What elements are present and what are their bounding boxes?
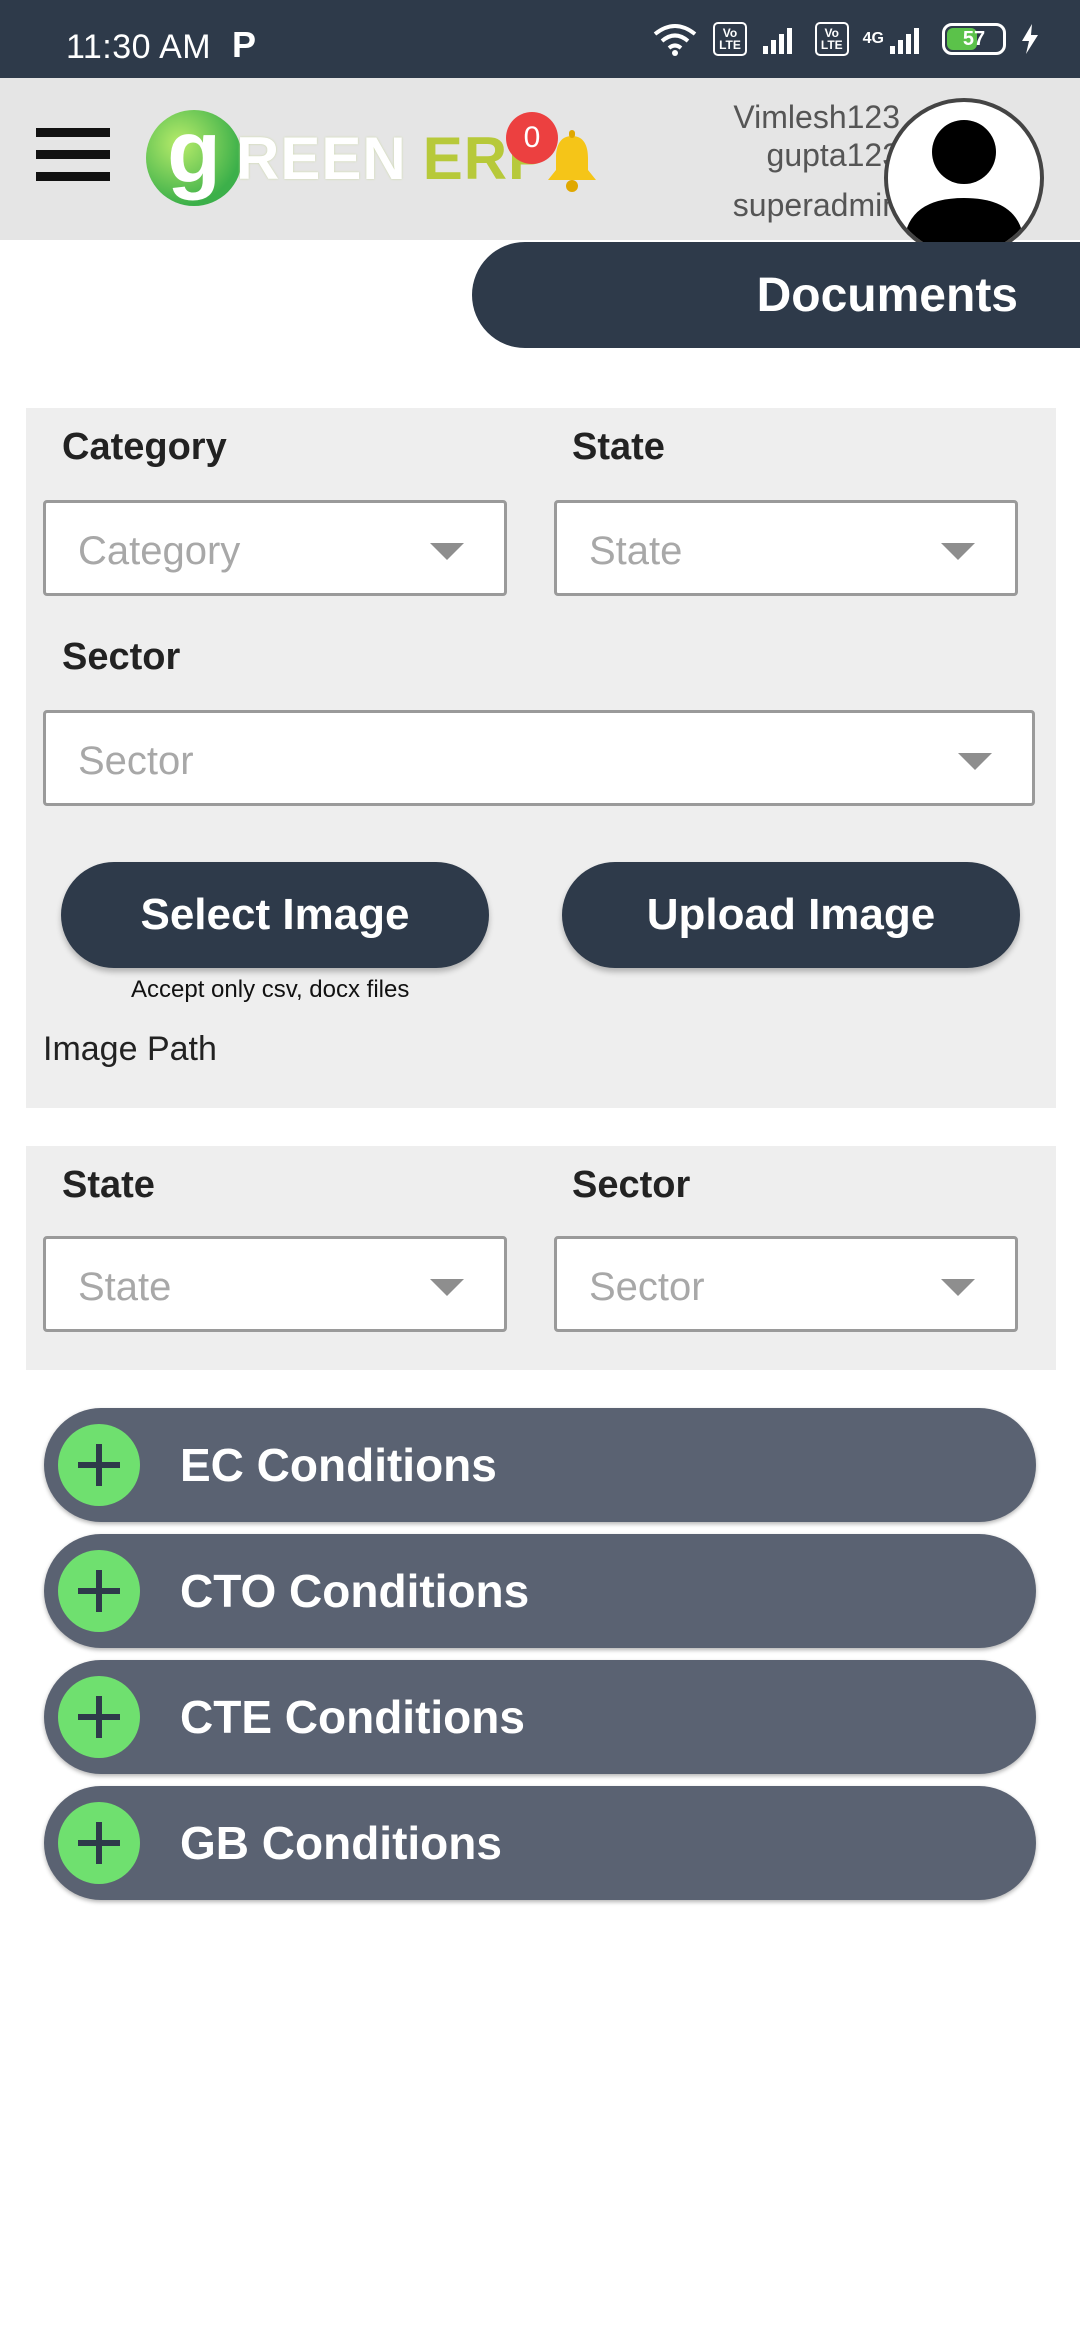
accept-hint: Accept only csv, docx files — [131, 976, 410, 1003]
filter-sector-label: Sector — [572, 1164, 691, 1206]
volte-icon-2: Vo LTE — [814, 22, 849, 56]
state-placeholder: State — [589, 529, 683, 573]
avatar[interactable] — [884, 98, 1044, 258]
chevron-down-icon — [430, 1279, 464, 1296]
logo-g: g — [146, 108, 242, 206]
chevron-down-icon — [941, 543, 975, 560]
accordion-label: CTO Conditions — [180, 1565, 530, 1617]
category-label: Category — [62, 426, 227, 468]
cte-conditions-accordion[interactable]: CTE Conditions — [44, 1660, 1036, 1774]
filter-sector-placeholder: Sector — [589, 1265, 705, 1309]
battery-level: 57 — [962, 27, 986, 50]
user-icon — [904, 120, 1024, 242]
filter-state-label: State — [62, 1164, 155, 1206]
sector-select[interactable]: Sector — [43, 710, 1035, 806]
accordion-label: GB Conditions — [180, 1817, 502, 1869]
category-select[interactable]: Category — [43, 500, 507, 596]
network-type: 4G — [862, 30, 884, 47]
wifi-icon — [653, 24, 697, 56]
status-icons: Vo LTE Vo LTE 4G 57 — [651, 22, 1040, 56]
status-time: 11:30 AM — [66, 28, 212, 66]
cto-conditions-accordion[interactable]: CTO Conditions — [44, 1534, 1036, 1648]
plus-icon[interactable] — [58, 1424, 140, 1506]
logo-reen: REEN — [236, 124, 407, 192]
signal-icon-2 — [890, 28, 919, 54]
ec-conditions-accordion[interactable]: EC Conditions — [44, 1408, 1036, 1522]
upload-panel: Category State Category State Sector Sec… — [26, 408, 1056, 1108]
state-select[interactable]: State — [554, 500, 1018, 596]
volte-icon: Vo LTE — [713, 22, 747, 56]
filter-panel: State Sector State Sector — [26, 1146, 1056, 1370]
notification-badge[interactable]: 0 — [506, 112, 558, 164]
gb-conditions-accordion[interactable]: GB Conditions — [44, 1786, 1036, 1900]
image-path-label: Image Path — [43, 1030, 217, 1068]
category-placeholder: Category — [78, 529, 241, 573]
status-bar: 11:30 AM P Vo LTE Vo LTE 4G 57 — [0, 0, 1080, 78]
plus-icon[interactable] — [58, 1550, 140, 1632]
charging-icon — [1022, 24, 1038, 54]
chevron-down-icon — [958, 753, 992, 770]
user-role: superadmin — [732, 187, 900, 223]
upload-image-button[interactable]: Upload Image — [562, 862, 1020, 968]
select-image-button[interactable]: Select Image — [61, 862, 489, 968]
chevron-down-icon — [430, 543, 464, 560]
accordion-label: EC Conditions — [180, 1439, 497, 1491]
plus-icon[interactable] — [58, 1802, 140, 1884]
plus-icon[interactable] — [58, 1676, 140, 1758]
filter-state-placeholder: State — [78, 1265, 172, 1309]
parking-icon: P — [232, 24, 257, 65]
page-title: Documents — [472, 242, 1080, 348]
battery-icon: 57 — [942, 23, 1006, 55]
user-name-line1: Vimlesh123 — [733, 99, 900, 135]
user-info: Vimlesh123 gupta123 superadmin — [733, 98, 900, 224]
chevron-down-icon — [941, 1279, 975, 1296]
signal-icon — [762, 28, 792, 54]
filter-state-select[interactable]: State — [43, 1236, 507, 1332]
user-name-line2: gupta123 — [766, 137, 900, 173]
app-header: g REEN ERP 0 Vimlesh123 gupta123 superad… — [0, 78, 1080, 258]
filter-sector-select[interactable]: Sector — [554, 1236, 1018, 1332]
menu-icon[interactable] — [36, 128, 110, 192]
accordion-label: CTE Conditions — [180, 1691, 525, 1743]
sector-label: Sector — [62, 636, 181, 678]
app-logo: g REEN ERP — [146, 108, 549, 208]
sector-placeholder: Sector — [78, 739, 194, 783]
state-label: State — [572, 426, 665, 468]
